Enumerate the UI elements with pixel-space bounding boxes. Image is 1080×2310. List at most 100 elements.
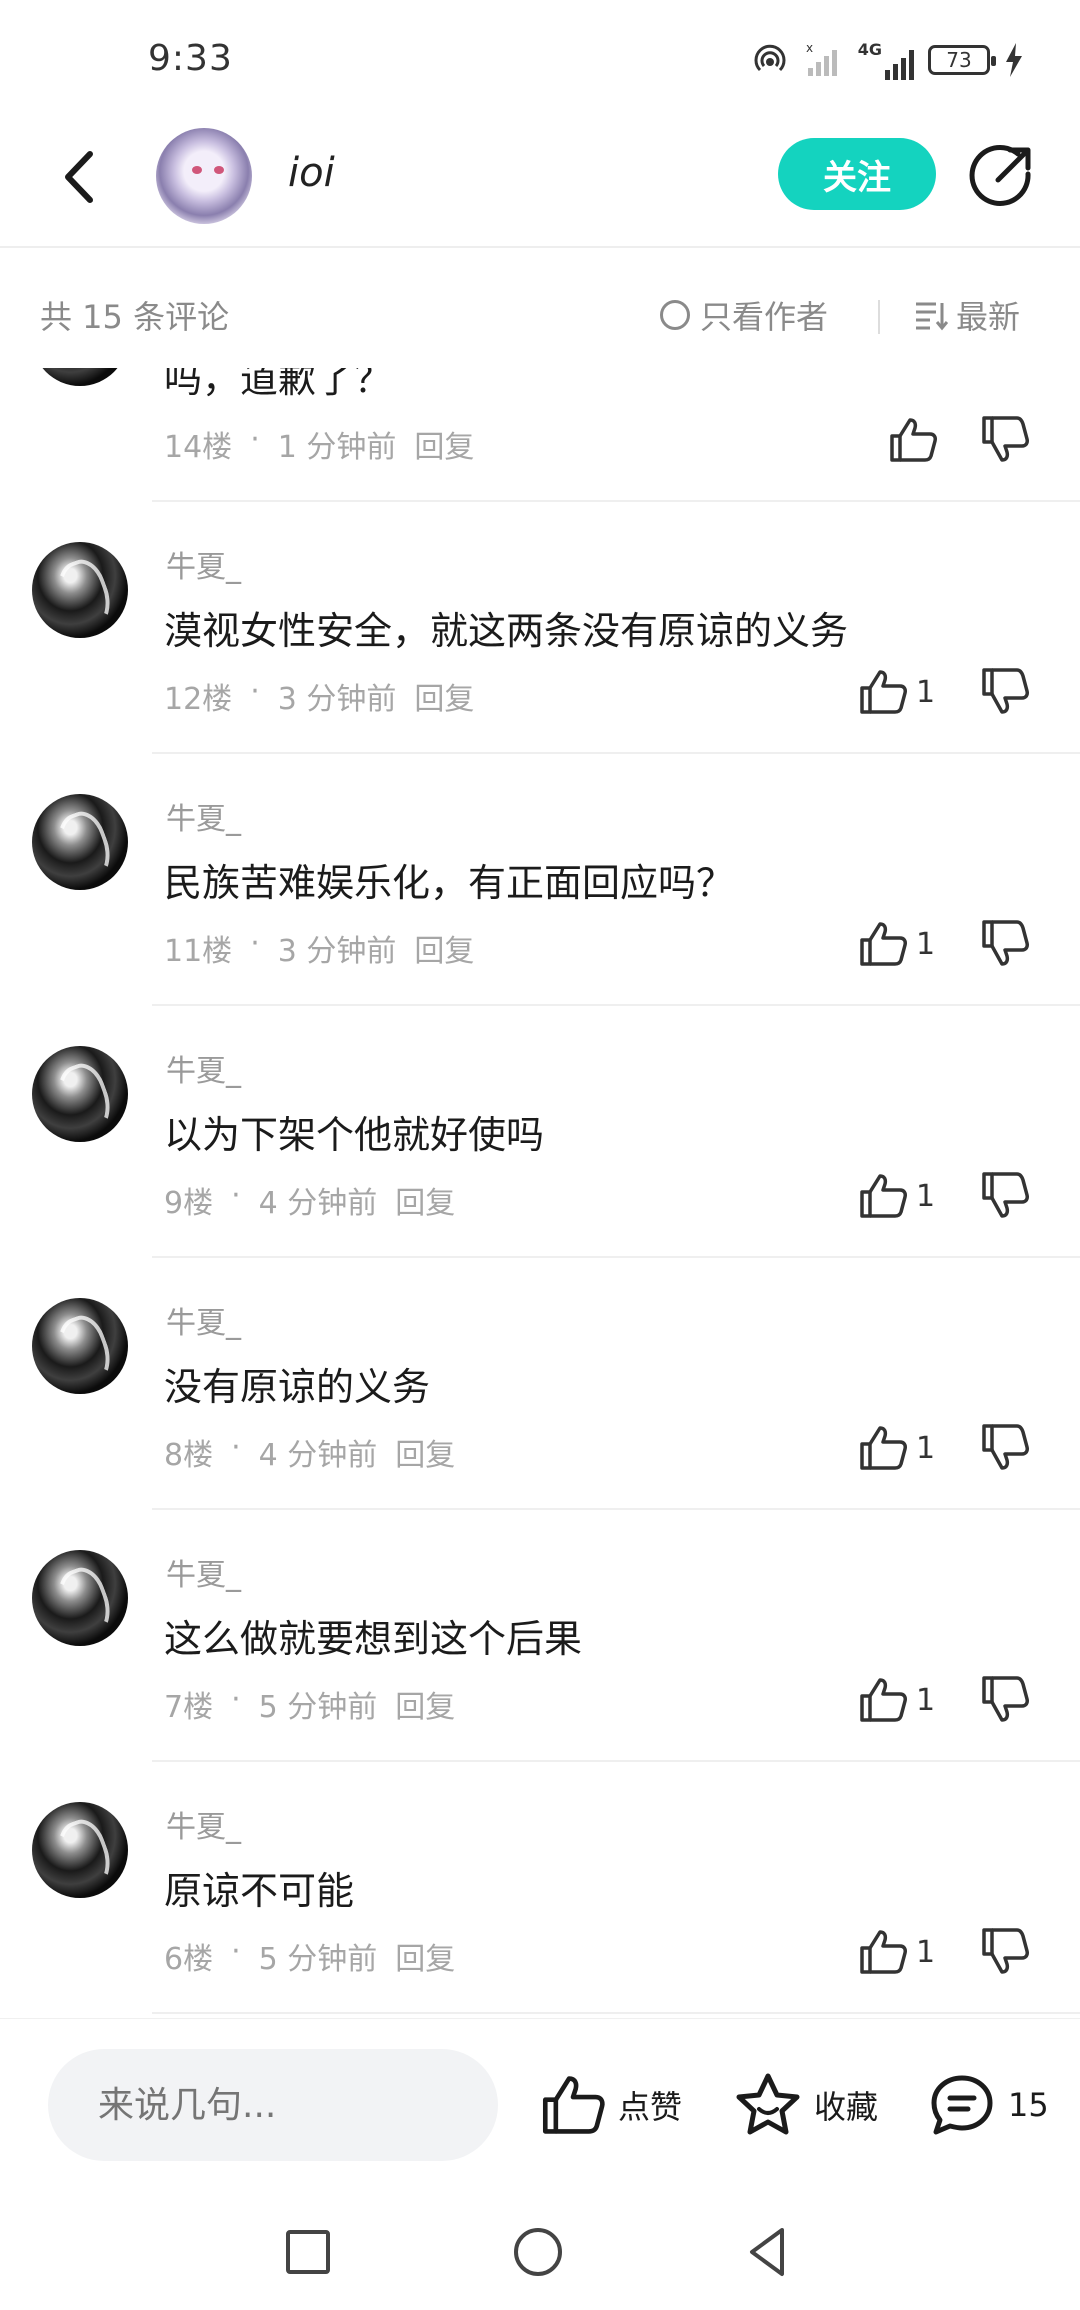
thumbs-down-icon[interactable]: [980, 1170, 1030, 1222]
sort-icon: [916, 302, 948, 331]
reply-button[interactable]: 回复: [395, 1178, 455, 1222]
bottom-action-bar: 点赞 收藏 15: [0, 2018, 1080, 2195]
comment-item: 牛夏_ 以为下架个他就好使吗 9楼 · 4 分钟前 回复 1: [0, 1006, 1080, 1258]
thumbs-down-icon[interactable]: [980, 918, 1030, 970]
reply-button[interactable]: 回复: [395, 1682, 455, 1726]
commenter-avatar[interactable]: [32, 1550, 128, 1646]
like-button[interactable]: 1: [858, 666, 935, 718]
comment-time: 5 分钟前: [258, 1690, 378, 1725]
comment-meta: 14楼 · 1 分钟前 回复: [164, 422, 474, 466]
comment-floor: 6楼: [164, 1942, 214, 1977]
thumbs-down-icon[interactable]: [980, 1422, 1030, 1474]
reply-button[interactable]: 回复: [414, 926, 474, 970]
comment-floor: 12楼: [164, 682, 233, 717]
commenter-name[interactable]: 牛夏_: [166, 1802, 241, 1846]
reply-button[interactable]: 回复: [395, 1430, 455, 1474]
comment-time: 1 分钟前: [277, 430, 397, 465]
meta-dot: ·: [231, 1430, 241, 1465]
comment-meta: 8楼 · 4 分钟前 回复: [164, 1430, 455, 1474]
commenter-avatar[interactable]: [32, 1046, 128, 1142]
comment-text: 吗，道歉了？: [164, 368, 393, 401]
sort-toggle[interactable]: 最新: [914, 292, 1020, 338]
comment-input[interactable]: [48, 2049, 498, 2161]
like-count: 1: [916, 926, 936, 962]
author-avatar[interactable]: [156, 128, 252, 224]
thumbs-down-icon[interactable]: [980, 1926, 1030, 1978]
comment-floor: 8楼: [164, 1438, 214, 1473]
commenter-name[interactable]: 牛夏_: [166, 1298, 241, 1342]
commenter-avatar[interactable]: [32, 542, 128, 638]
battery-level: 73: [946, 48, 972, 72]
signal-icon-sim2: 4G: [858, 40, 914, 80]
thumbs-up-icon: [860, 1174, 907, 1218]
hotspot-icon: [754, 44, 786, 72]
comment-meta: 6楼 · 5 分钟前 回复: [164, 1934, 455, 1978]
thumbs-up-icon: [860, 1678, 907, 1722]
comment-list[interactable]: 吗，道歉了？ 14楼 · 1 分钟前 回复 牛夏_ 漠视女性安全，就这两条没有原…: [0, 368, 1080, 2018]
comment-time: 4 分钟前: [258, 1186, 378, 1221]
meta-dot: ·: [231, 1682, 241, 1717]
follow-button[interactable]: 关注: [778, 138, 936, 210]
back-icon[interactable]: [48, 142, 118, 212]
home-icon[interactable]: [508, 2222, 568, 2282]
like-button[interactable]: 1: [858, 918, 935, 970]
reply-button[interactable]: 回复: [414, 674, 474, 718]
like-button[interactable]: 1: [858, 1674, 935, 1726]
thumbs-up-icon: [860, 1426, 907, 1470]
thumbs-down-icon[interactable]: [980, 414, 1030, 466]
like-count: 1: [916, 1934, 936, 1970]
status-bar: 9:33 x 4G 73: [0, 0, 1080, 120]
thumbs-down-icon[interactable]: [980, 666, 1030, 718]
meta-dot: ·: [231, 1934, 241, 1969]
thumbs-up-icon: [860, 1930, 907, 1974]
battery-icon: 73: [928, 45, 996, 75]
thumbs-down-icon[interactable]: [980, 1674, 1030, 1726]
thumbs-up-icon: [542, 2076, 605, 2134]
like-button[interactable]: 1: [858, 1170, 935, 1222]
system-navigation-bar: [0, 2194, 1080, 2310]
reply-button[interactable]: 回复: [414, 422, 474, 466]
commenter-name[interactable]: 牛夏_: [166, 1550, 241, 1594]
comment-floor: 11楼: [164, 934, 233, 969]
favorite-button[interactable]: 收藏: [734, 2065, 878, 2145]
like-button[interactable]: 1: [858, 1926, 935, 1978]
recents-icon[interactable]: [278, 2222, 338, 2282]
meta-dot: ·: [250, 926, 260, 961]
commenter-avatar[interactable]: [32, 368, 128, 386]
commenter-name[interactable]: 牛夏_: [166, 542, 241, 586]
reply-button[interactable]: 回复: [395, 1934, 455, 1978]
like-button[interactable]: 1: [858, 1422, 935, 1474]
author-only-toggle[interactable]: 只看作者: [660, 292, 828, 338]
like-post-label: 点赞: [618, 2088, 683, 2126]
comment-text: 没有原谅的义务: [164, 1365, 431, 1409]
comment-meta: 12楼 · 3 分钟前 回复: [164, 674, 474, 718]
like-count: 1: [916, 1682, 936, 1718]
commenter-avatar[interactable]: [32, 1802, 128, 1898]
commenter-avatar[interactable]: [32, 1298, 128, 1394]
comments-button[interactable]: 15: [928, 2065, 1049, 2145]
author-name[interactable]: ioi: [288, 150, 335, 196]
comment-text: 以为下架个他就好使吗: [164, 1113, 545, 1157]
status-icons: x 4G 73: [750, 38, 1024, 82]
share-icon[interactable]: [966, 140, 1038, 212]
star-icon: [736, 2073, 800, 2135]
back-nav-icon[interactable]: [738, 2222, 798, 2282]
network-type: 4G: [857, 40, 882, 59]
comment-time: 3 分钟前: [277, 934, 397, 969]
comment-meta: 9楼 · 4 分钟前 回复: [164, 1178, 455, 1222]
thumbs-up-icon: [860, 922, 907, 966]
thumbs-up-icon: [860, 670, 907, 714]
commenter-avatar[interactable]: [32, 794, 128, 890]
charging-icon: [1006, 43, 1022, 77]
like-button[interactable]: [888, 414, 938, 466]
post-header: ioi 关注: [0, 120, 1080, 248]
comment-time: 5 分钟前: [258, 1942, 378, 1977]
radio-circle-icon: [660, 300, 690, 330]
like-count: 1: [916, 1178, 936, 1214]
comments-count: 15: [1008, 2086, 1049, 2124]
commenter-name[interactable]: 牛夏_: [166, 794, 241, 838]
comment-text: 原谅不可能: [164, 1869, 355, 1913]
commenter-name[interactable]: 牛夏_: [166, 1046, 241, 1090]
comment-time: 3 分钟前: [277, 682, 397, 717]
like-post-button[interactable]: 点赞: [540, 2065, 682, 2145]
